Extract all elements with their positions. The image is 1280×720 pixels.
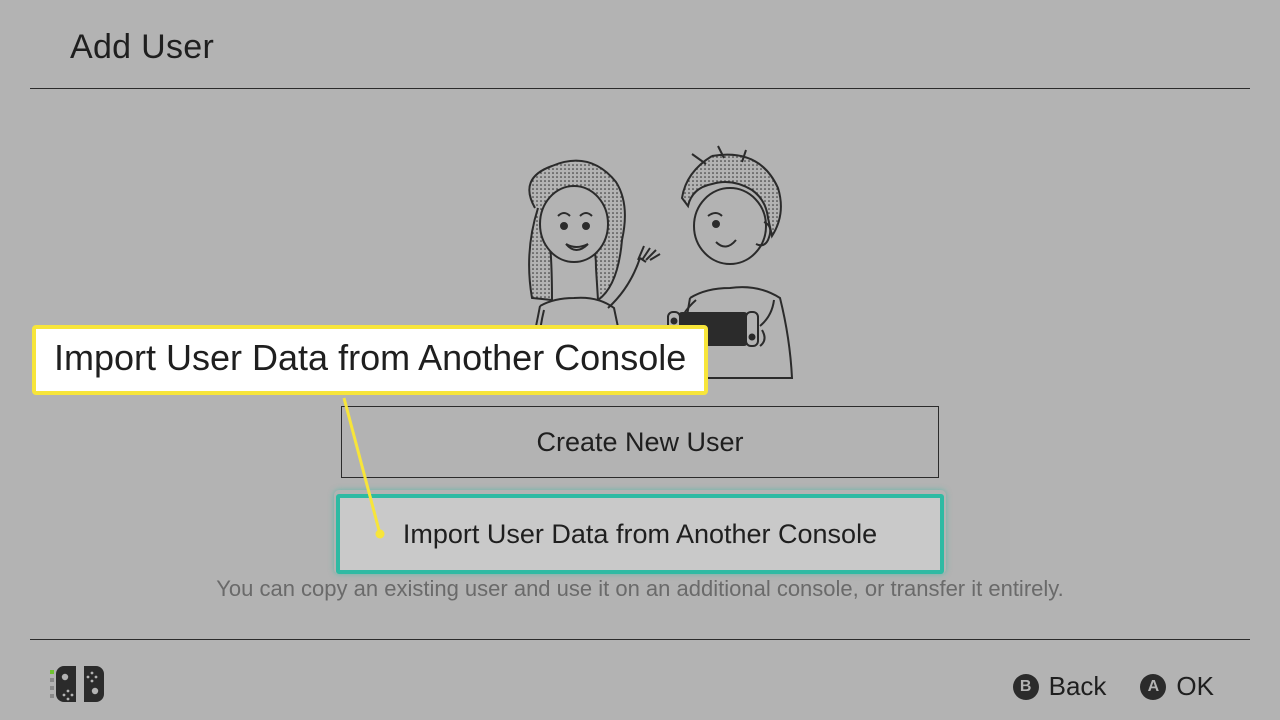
- footer-buttons: B Back A OK: [1013, 671, 1214, 702]
- ok-button[interactable]: A OK: [1140, 671, 1214, 702]
- callout-box: Import User Data from Another Console: [32, 325, 708, 395]
- footer: B Back A OK: [30, 639, 1250, 720]
- back-label: Back: [1049, 671, 1107, 702]
- ok-label: OK: [1176, 671, 1214, 702]
- a-button-icon: A: [1140, 674, 1166, 700]
- button-label: Import User Data from Another Console: [403, 519, 877, 550]
- header: Add User: [30, 0, 1250, 89]
- create-new-user-button[interactable]: Create New User: [341, 406, 939, 478]
- import-user-data-button[interactable]: Import User Data from Another Console: [336, 494, 944, 574]
- button-label: Create New User: [536, 427, 743, 458]
- page-title: Add User: [70, 28, 214, 67]
- controller-icon: [50, 664, 120, 708]
- hint-text: You can copy an existing user and use it…: [0, 576, 1280, 602]
- callout-text: Import User Data from Another Console: [54, 337, 686, 378]
- back-button[interactable]: B Back: [1013, 671, 1107, 702]
- b-button-icon: B: [1013, 674, 1039, 700]
